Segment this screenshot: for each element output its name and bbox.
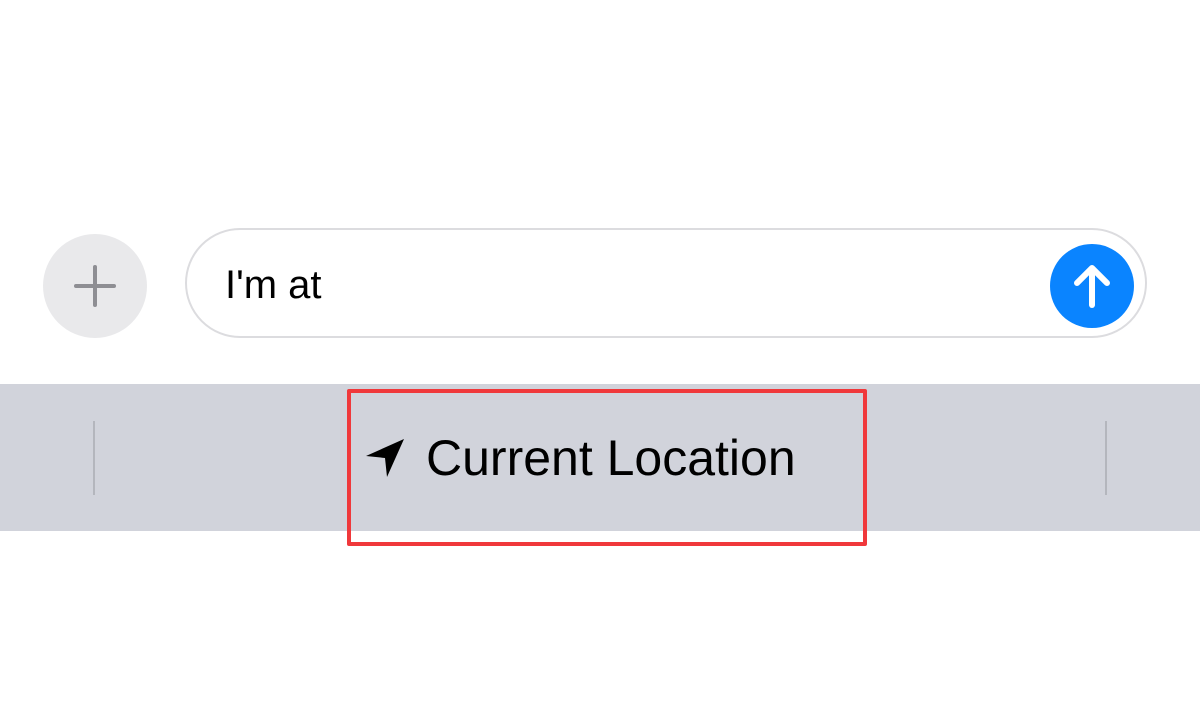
message-input-text[interactable]: I'm at xyxy=(225,262,322,308)
predictive-suggestion-bar: Current Location xyxy=(0,384,1200,531)
message-input[interactable]: I'm at xyxy=(185,228,1147,338)
messages-compose-screen: I'm at Current Location xyxy=(0,0,1200,720)
suggestion-label: Current Location xyxy=(426,429,796,486)
send-button[interactable] xyxy=(1050,244,1134,328)
suggestion-divider xyxy=(1105,421,1107,495)
location-arrow-icon xyxy=(364,437,406,479)
arrow-up-icon xyxy=(1074,265,1110,308)
compose-bar: I'm at xyxy=(0,228,1200,340)
suggestion-current-location[interactable]: Current Location xyxy=(360,384,855,531)
suggestion-divider xyxy=(93,421,95,495)
add-attachment-button[interactable] xyxy=(43,234,147,338)
plus-icon xyxy=(74,265,116,307)
